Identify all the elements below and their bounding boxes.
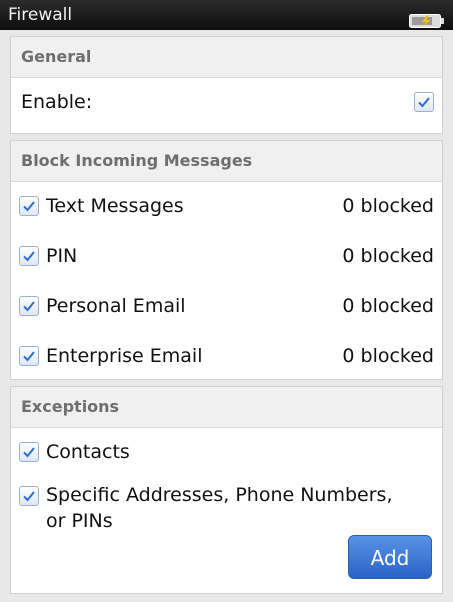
exceptions-header: Exceptions <box>11 387 442 428</box>
block-item-personal-email[interactable]: Personal Email 0 blocked <box>11 282 442 332</box>
exception-item-contacts[interactable]: Contacts <box>11 428 442 478</box>
pin-label: PIN <box>46 245 78 267</box>
specific-addresses-line2: or PINs <box>46 510 113 532</box>
battery-charging-icon <box>409 8 445 28</box>
contacts-label: Contacts <box>46 441 130 463</box>
block-incoming-panel: Block Incoming Messages Text Messages 0 … <box>10 140 443 380</box>
exceptions-panel: Exceptions Contacts Specific Addresses, … <box>10 386 443 594</box>
enterprise-email-checkbox[interactable] <box>19 346 39 366</box>
enterprise-email-status: 0 blocked <box>342 345 434 367</box>
pin-status: 0 blocked <box>342 245 434 267</box>
text-messages-status: 0 blocked <box>342 195 434 217</box>
block-item-enterprise-email[interactable]: Enterprise Email 0 blocked <box>11 332 442 382</box>
title-bar: Firewall <box>0 0 453 30</box>
general-panel: General Enable: <box>10 36 443 134</box>
block-item-text-messages[interactable]: Text Messages 0 blocked <box>11 182 442 232</box>
personal-email-status: 0 blocked <box>342 295 434 317</box>
personal-email-label: Personal Email <box>46 295 186 317</box>
general-header: General <box>11 37 442 78</box>
enable-checkbox[interactable] <box>414 92 434 112</box>
enable-label: Enable: <box>21 91 93 113</box>
text-messages-checkbox[interactable] <box>19 196 39 216</box>
contacts-checkbox[interactable] <box>19 442 39 462</box>
specific-addresses-checkbox[interactable] <box>19 486 39 506</box>
text-messages-label: Text Messages <box>46 195 184 217</box>
block-incoming-header: Block Incoming Messages <box>11 141 442 182</box>
personal-email-checkbox[interactable] <box>19 296 39 316</box>
specific-addresses-label: Specific Addresses, Phone Numbers, or PI… <box>46 482 392 534</box>
add-button[interactable]: Add <box>348 535 432 579</box>
enable-row[interactable]: Enable: <box>11 78 442 128</box>
pin-checkbox[interactable] <box>19 246 39 266</box>
window-title: Firewall <box>8 5 73 25</box>
block-item-pin[interactable]: PIN 0 blocked <box>11 232 442 282</box>
enterprise-email-label: Enterprise Email <box>46 345 203 367</box>
firewall-screen: Firewall General Enable: Block Incoming … <box>0 0 453 602</box>
specific-addresses-line1: Specific Addresses, Phone Numbers, <box>46 484 393 506</box>
